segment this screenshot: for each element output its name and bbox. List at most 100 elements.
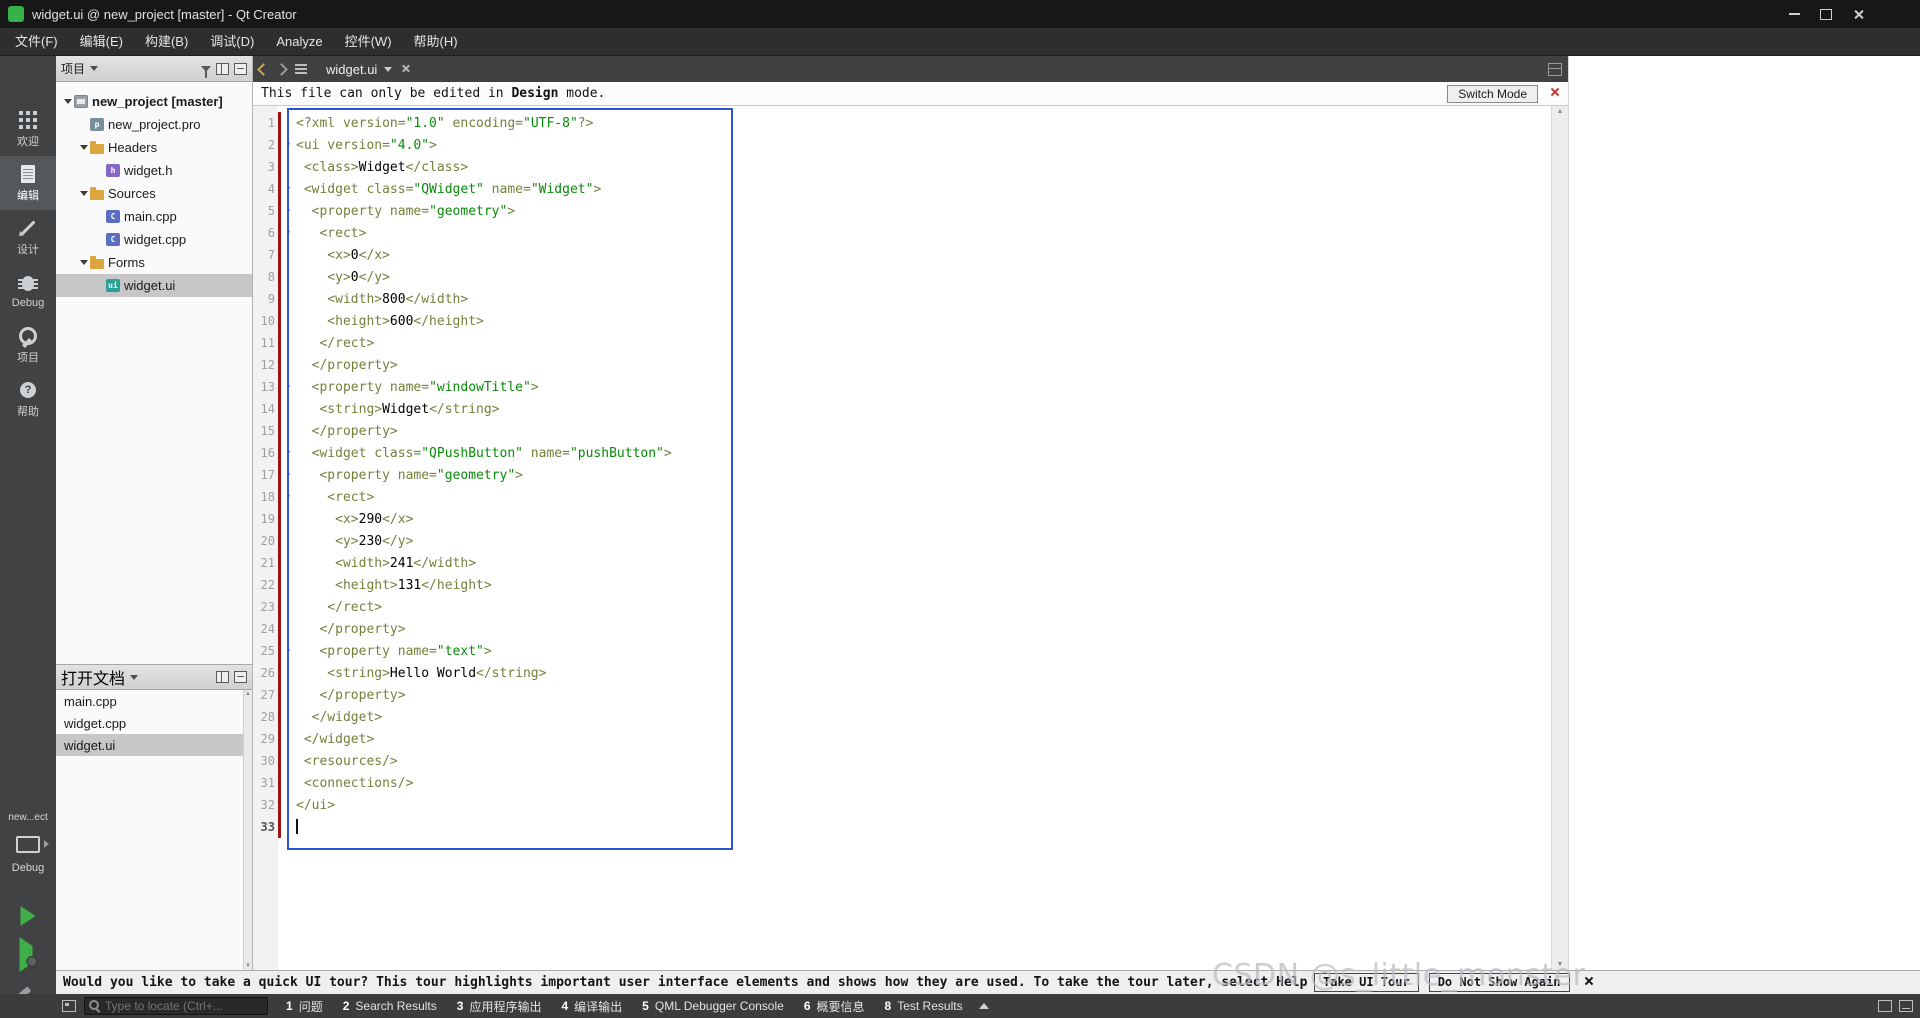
fold-marker-icon[interactable] bbox=[281, 206, 296, 216]
line-number[interactable]: 27 bbox=[253, 688, 278, 702]
code-line[interactable]: 16 <widget class="QPushButton" name="pus… bbox=[253, 442, 1551, 464]
close-panel-icon[interactable] bbox=[234, 62, 247, 75]
tree-item[interactable]: new_project [master] bbox=[56, 90, 252, 113]
line-number[interactable]: 7 bbox=[253, 248, 278, 262]
open-document-item[interactable]: widget.cpp bbox=[56, 712, 243, 734]
code-line[interactable]: 23 </rect> bbox=[253, 596, 1551, 618]
code-line[interactable]: 21 <width>241</width> bbox=[253, 552, 1551, 574]
open-file-selector[interactable]: widget.ui bbox=[326, 62, 393, 77]
code-line[interactable]: 8 <y>0</y> bbox=[253, 266, 1551, 288]
mode-welcome[interactable]: 欢迎 bbox=[0, 102, 56, 156]
menu-item[interactable]: 控件(W) bbox=[334, 28, 403, 55]
notification-close-button[interactable] bbox=[1584, 975, 1594, 990]
panel-dropdown-icon[interactable] bbox=[90, 66, 99, 71]
do-not-show-again-button[interactable]: Do Not Show Again bbox=[1428, 973, 1570, 992]
line-number[interactable]: 15 bbox=[253, 424, 278, 438]
code-line[interactable]: 30 <resources/> bbox=[253, 750, 1551, 772]
code-line[interactable]: 6 <rect> bbox=[253, 222, 1551, 244]
code-line[interactable]: 26 <string>Hello World</string> bbox=[253, 662, 1551, 684]
code-line[interactable]: 25 <property name="text"> bbox=[253, 640, 1551, 662]
open-documents-title[interactable]: 打开文档 bbox=[61, 665, 125, 689]
line-number[interactable]: 11 bbox=[253, 336, 278, 350]
fold-marker-icon[interactable] bbox=[281, 382, 296, 392]
line-number[interactable]: 33 bbox=[253, 820, 278, 834]
output-pane-button[interactable]: 8 Test Results bbox=[875, 994, 973, 1018]
line-number[interactable]: 2 bbox=[253, 138, 278, 152]
code-line[interactable]: 14 <string>Widget</string> bbox=[253, 398, 1551, 420]
console-icon[interactable] bbox=[1878, 1000, 1892, 1012]
tree-item[interactable]: Headers bbox=[56, 136, 252, 159]
back-icon[interactable] bbox=[257, 62, 270, 76]
code-line[interactable]: 15 </property> bbox=[253, 420, 1551, 442]
code-line[interactable]: 12 </property> bbox=[253, 354, 1551, 376]
code-line[interactable]: 31 <connections/> bbox=[253, 772, 1551, 794]
menu-item[interactable]: 构建(B) bbox=[134, 28, 199, 55]
line-number[interactable]: 25 bbox=[253, 644, 278, 658]
line-number[interactable]: 24 bbox=[253, 622, 278, 636]
code-line[interactable]: 2 <ui version="4.0"> bbox=[253, 134, 1551, 156]
tree-item[interactable]: new_project.pro bbox=[56, 113, 252, 136]
expand-icon[interactable] bbox=[78, 260, 90, 265]
menu-item[interactable]: 调试(D) bbox=[199, 28, 265, 55]
tree-item[interactable]: widget.cpp bbox=[56, 228, 252, 251]
open-document-item[interactable]: main.cpp bbox=[56, 690, 243, 712]
fold-marker-icon[interactable] bbox=[281, 646, 296, 656]
kit-monitor-icon[interactable] bbox=[16, 836, 40, 853]
switch-mode-button[interactable]: Switch Mode bbox=[1447, 84, 1538, 103]
line-number[interactable]: 9 bbox=[253, 292, 278, 306]
open-document-item[interactable]: widget.ui bbox=[56, 734, 243, 756]
code-line[interactable]: 28 </widget> bbox=[253, 706, 1551, 728]
maximize-button[interactable] bbox=[1810, 0, 1842, 28]
split-panel-icon[interactable] bbox=[216, 62, 229, 75]
line-number[interactable]: 26 bbox=[253, 666, 278, 680]
code-line[interactable]: 10 <height>600</height> bbox=[253, 310, 1551, 332]
line-number[interactable]: 30 bbox=[253, 754, 278, 768]
code-line[interactable]: 7 <x>0</x> bbox=[253, 244, 1551, 266]
expand-output-icon[interactable] bbox=[978, 1003, 989, 1009]
code-line[interactable]: 9 <width>800</width> bbox=[253, 288, 1551, 310]
code-line[interactable]: 22 <height>131</height> bbox=[253, 574, 1551, 596]
code-line[interactable]: 4 <widget class="QWidget" name="Widget"> bbox=[253, 178, 1551, 200]
tree-item[interactable]: widget.ui bbox=[56, 274, 252, 297]
expand-icon[interactable] bbox=[78, 145, 90, 150]
line-number[interactable]: 18 bbox=[253, 490, 278, 504]
project-panel-title[interactable]: 项目 bbox=[61, 60, 85, 77]
line-number[interactable]: 17 bbox=[253, 468, 278, 482]
line-number[interactable]: 10 bbox=[253, 314, 278, 328]
filter-icon[interactable] bbox=[201, 65, 211, 78]
mode-edit[interactable]: 编辑 bbox=[0, 156, 56, 210]
expand-icon[interactable] bbox=[62, 99, 74, 104]
code-line[interactable]: 24 </property> bbox=[253, 618, 1551, 640]
mode-projects[interactable]: 项目 bbox=[0, 318, 56, 372]
output-pane-button[interactable]: 6 概要信息 bbox=[794, 994, 875, 1018]
output-pane-button[interactable]: 5 QML Debugger Console bbox=[632, 994, 794, 1018]
code-line[interactable]: 19 <x>290</x> bbox=[253, 508, 1551, 530]
kit-target-label[interactable]: Debug bbox=[0, 862, 56, 874]
kit-project-name[interactable]: new...ect bbox=[0, 812, 56, 823]
line-number[interactable]: 1 bbox=[253, 116, 278, 130]
minimize-button[interactable] bbox=[1778, 0, 1810, 28]
line-number[interactable]: 31 bbox=[253, 776, 278, 790]
line-number[interactable]: 3 bbox=[253, 160, 278, 174]
output-pane-button[interactable]: 4 编译输出 bbox=[551, 994, 632, 1018]
panel-dropdown-icon[interactable] bbox=[130, 674, 139, 680]
code-editor[interactable]: 1 <?xml version="1.0" encoding="UTF-8"?> 2… bbox=[253, 106, 1568, 970]
line-number[interactable]: 22 bbox=[253, 578, 278, 592]
output-pane-button[interactable]: 1 问题 bbox=[276, 994, 333, 1018]
expand-icon[interactable] bbox=[78, 191, 90, 196]
forward-icon[interactable] bbox=[275, 62, 288, 76]
code-line[interactable]: 27 </property> bbox=[253, 684, 1551, 706]
code-line[interactable]: 17 <property name="geometry"> bbox=[253, 464, 1551, 486]
tree-item[interactable]: Sources bbox=[56, 182, 252, 205]
document-menu-icon[interactable] bbox=[295, 64, 307, 66]
output-pane-button[interactable]: 2 Search Results bbox=[333, 994, 447, 1018]
panel-toggle-icon[interactable] bbox=[1899, 1000, 1913, 1012]
mode-help[interactable]: 帮助 bbox=[0, 372, 56, 426]
editor-scrollbar[interactable] bbox=[1551, 106, 1568, 970]
code-line[interactable]: 32 </ui> bbox=[253, 794, 1551, 816]
line-number[interactable]: 16 bbox=[253, 446, 278, 460]
code-line[interactable]: 33 bbox=[253, 816, 1551, 838]
code-line[interactable]: 3 <class>Widget</class> bbox=[253, 156, 1551, 178]
code-line[interactable]: 20 <y>230</y> bbox=[253, 530, 1551, 552]
split-panel-icon[interactable] bbox=[216, 671, 229, 683]
